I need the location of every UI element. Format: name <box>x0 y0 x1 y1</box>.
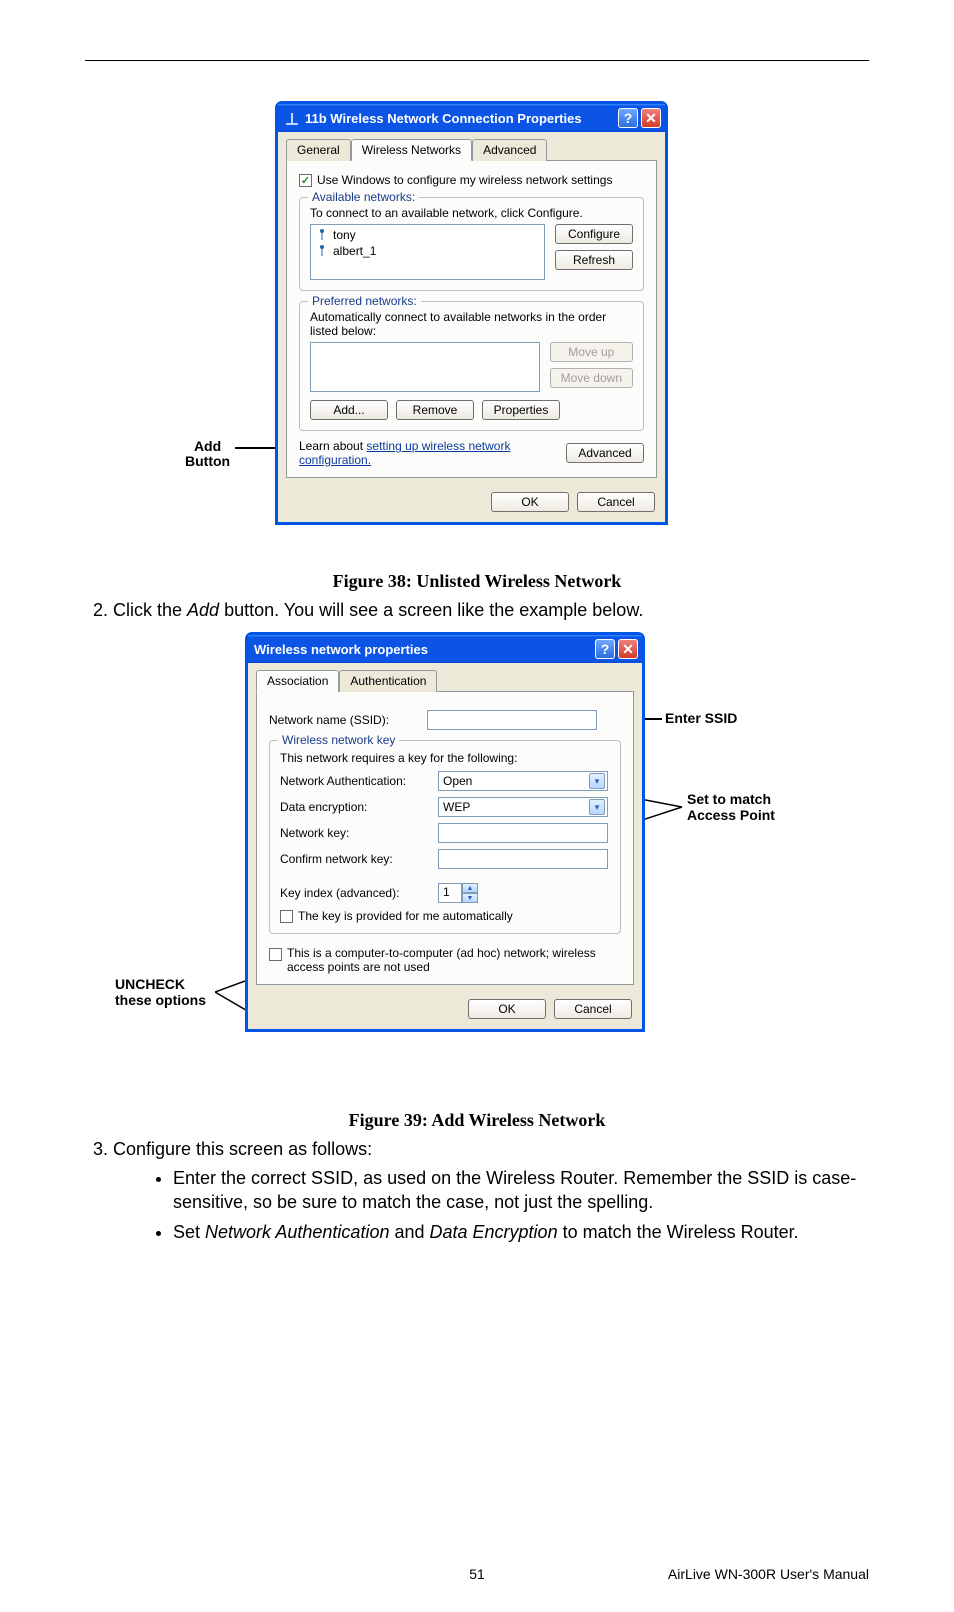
use-windows-label: Use Windows to configure my wireless net… <box>317 173 612 187</box>
ssid-input[interactable] <box>427 710 597 730</box>
advanced-button[interactable]: Advanced <box>566 443 644 463</box>
chevron-down-icon: ▾ <box>589 773 605 789</box>
step-3: Configure this screen as follows: Enter … <box>113 1137 869 1244</box>
tab-authentication[interactable]: Authentication <box>339 670 437 692</box>
wireless-icon <box>284 110 300 126</box>
preferred-networks-fieldset: Preferred networks: Automatically connec… <box>299 301 644 431</box>
properties-button[interactable]: Properties <box>482 400 560 420</box>
manual-name: AirLive WN-300R User's Manual <box>668 1566 869 1582</box>
spinner-up-icon[interactable]: ▲ <box>462 883 478 893</box>
antenna-icon <box>315 228 329 242</box>
annotation-enter-ssid: Enter SSID <box>665 710 737 726</box>
network-key-label: Network key: <box>280 826 430 840</box>
checkbox-box-unchecked <box>280 910 293 923</box>
titlebar-text: 11b Wireless Network Connection Properti… <box>305 111 615 126</box>
page-footer: 51 AirLive WN-300R User's Manual <box>85 1566 869 1582</box>
key-index-spinner[interactable]: 1 ▲▼ <box>438 883 478 903</box>
help-button[interactable]: ? <box>618 108 638 128</box>
spinner-down-icon[interactable]: ▼ <box>462 893 478 903</box>
network-key-input[interactable] <box>438 823 608 843</box>
bullet-ssid: Enter the correct SSID, as used on the W… <box>173 1166 869 1215</box>
titlebar[interactable]: 11b Wireless Network Connection Properti… <box>278 104 665 132</box>
network-auth-label: Network Authentication: <box>280 774 430 788</box>
figure-38-caption: Figure 38: Unlisted Wireless Network <box>85 571 869 592</box>
learn-about-text: Learn about setting up wireless network … <box>299 439 558 467</box>
confirm-key-label: Confirm network key: <box>280 852 430 866</box>
preferred-networks-legend: Preferred networks: <box>308 294 421 308</box>
instruction-list-step2: Click the Add button. You will see a scr… <box>85 598 869 622</box>
tab-general[interactable]: General <box>286 139 351 161</box>
tab-association[interactable]: Association <box>256 670 339 692</box>
annotation-set-match: Set to match Access Point <box>687 791 775 823</box>
bullet-auth: Set Network Authentication and Data Encr… <box>173 1220 869 1244</box>
tab-advanced[interactable]: Advanced <box>472 139 547 161</box>
checkbox-box-checked: ✓ <box>299 174 312 187</box>
data-encryption-label: Data encryption: <box>280 800 430 814</box>
wireless-key-fieldset: Wireless network key This network requir… <box>269 740 621 934</box>
annotation-uncheck: UNCHECK these options <box>115 976 206 1008</box>
step-2: Click the Add button. You will see a scr… <box>113 598 869 622</box>
ssid-label: Network name (SSID): <box>269 713 419 727</box>
available-networks-fieldset: Available networks: To connect to an ava… <box>299 197 644 291</box>
auto-key-checkbox[interactable]: The key is provided for me automatically <box>280 909 610 923</box>
adhoc-checkbox[interactable]: This is a computer-to-computer (ad hoc) … <box>269 946 621 974</box>
preferred-networks-list[interactable] <box>310 342 540 392</box>
page-number: 51 <box>469 1566 485 1582</box>
cancel-button[interactable]: Cancel <box>577 492 655 512</box>
move-down-button[interactable]: Move down <box>550 368 633 388</box>
dialog-wireless-properties: Wireless network properties ? ✕ Associat… <box>245 632 645 1032</box>
tab-page: ✓ Use Windows to configure my wireless n… <box>286 160 657 478</box>
tabstrip-2: Association Authentication <box>248 663 642 691</box>
preferred-help-text: Automatically connect to available netwo… <box>310 310 633 338</box>
antenna-icon <box>315 244 329 258</box>
tabstrip: General Wireless Networks Advanced <box>278 132 665 160</box>
add-button[interactable]: Add... <box>310 400 388 420</box>
annotation-add-button: Add Button <box>185 439 230 470</box>
figure-39-area: UNCHECK these options Enter SSID Set to … <box>85 632 869 1102</box>
network-auth-select[interactable]: Open ▾ <box>438 771 608 791</box>
page-top-rule <box>85 60 869 61</box>
confirm-key-input[interactable] <box>438 849 608 869</box>
titlebar-2-text: Wireless network properties <box>254 642 592 657</box>
ok-button-2[interactable]: OK <box>468 999 546 1019</box>
ok-button[interactable]: OK <box>491 492 569 512</box>
titlebar-2[interactable]: Wireless network properties ? ✕ <box>248 635 642 663</box>
network-item-albert1[interactable]: albert_1 <box>313 243 542 259</box>
instruction-list-step3: Configure this screen as follows: Enter … <box>85 1137 869 1244</box>
remove-button[interactable]: Remove <box>396 400 474 420</box>
network-item-tony[interactable]: tony <box>313 227 542 243</box>
chevron-down-icon: ▾ <box>589 799 605 815</box>
close-button-2[interactable]: ✕ <box>618 639 638 659</box>
use-windows-checkbox[interactable]: ✓ Use Windows to configure my wireless n… <box>299 173 644 187</box>
help-button-2[interactable]: ? <box>595 639 615 659</box>
available-networks-legend: Available networks: <box>308 190 419 204</box>
wireless-key-legend: Wireless network key <box>278 733 399 747</box>
tab-wireless-networks[interactable]: Wireless Networks <box>351 139 472 161</box>
refresh-button[interactable]: Refresh <box>555 250 633 270</box>
data-encryption-select[interactable]: WEP ▾ <box>438 797 608 817</box>
available-networks-list[interactable]: tony albert_1 <box>310 224 545 280</box>
checkbox-box-unchecked <box>269 948 282 961</box>
cancel-button-2[interactable]: Cancel <box>554 999 632 1019</box>
figure-38-area: Add Button 11b Wireless Network Connecti… <box>85 101 869 561</box>
tab-page-2: Network name (SSID): Wireless network ke… <box>256 691 634 985</box>
available-help-text: To connect to an available network, clic… <box>310 206 633 220</box>
dialog-footer: OK Cancel <box>278 486 665 522</box>
dialog-2-footer: OK Cancel <box>248 993 642 1029</box>
configure-button[interactable]: Configure <box>555 224 633 244</box>
wireless-key-help: This network requires a key for the foll… <box>280 751 610 765</box>
move-up-button[interactable]: Move up <box>550 342 633 362</box>
close-button[interactable]: ✕ <box>641 108 661 128</box>
dialog-connection-properties: 11b Wireless Network Connection Properti… <box>275 101 668 525</box>
figure-39-caption: Figure 39: Add Wireless Network <box>85 1110 869 1131</box>
key-index-label: Key index (advanced): <box>280 886 430 900</box>
